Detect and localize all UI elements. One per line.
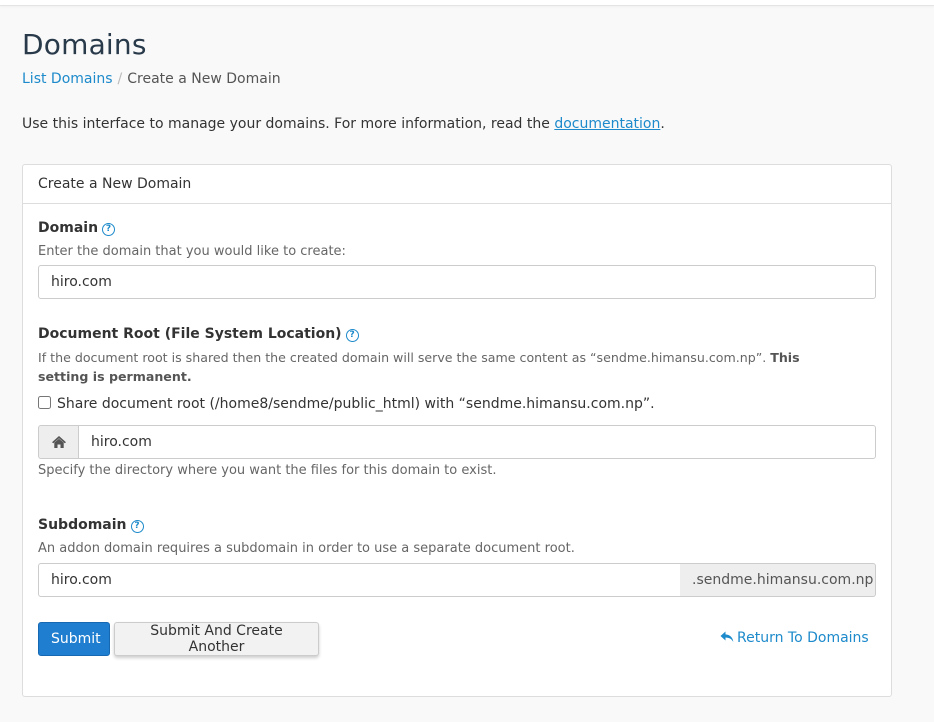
submit-button[interactable]: Submit: [38, 622, 110, 656]
breadcrumb-list-domains-link[interactable]: List Domains: [22, 71, 113, 87]
share-docroot-row[interactable]: Share document root (/home8/sendme/publi…: [38, 396, 655, 412]
subdomain-label-text: Subdomain: [38, 517, 127, 533]
top-bar: [0, 0, 934, 6]
intro-text-body: Use this interface to manage your domain…: [22, 116, 555, 132]
breadcrumb-separator: /: [117, 71, 123, 87]
page-title: Domains: [22, 28, 147, 61]
subdomain-hint: An addon domain requires a subdomain in …: [38, 541, 575, 556]
domain-hint: Enter the domain that you would like to …: [38, 244, 346, 259]
panel-heading: Create a New Domain: [23, 165, 891, 204]
share-docroot-checkbox[interactable]: [38, 396, 51, 409]
docroot-hint: If the document root is shared then the …: [38, 348, 838, 386]
intro-text: Use this interface to manage your domain…: [22, 116, 665, 132]
home-icon: [52, 436, 66, 448]
breadcrumb: List Domains / Create a New Domain: [22, 71, 281, 87]
domain-input[interactable]: [38, 265, 876, 299]
return-arrow-icon: [720, 631, 734, 642]
docroot-after-hint: Specify the directory where you want the…: [38, 463, 497, 478]
docroot-hint-text: If the document root is shared then the …: [38, 350, 771, 365]
return-to-domains-label: Return To Domains: [737, 630, 869, 646]
return-to-domains-link[interactable]: Return To Domains: [720, 630, 869, 646]
documentation-link[interactable]: documentation: [554, 116, 660, 132]
docroot-help-icon[interactable]: ?: [345, 329, 359, 342]
submit-and-create-another-button[interactable]: Submit And Create Another: [114, 622, 319, 656]
domain-label: Domain?: [38, 220, 116, 236]
docroot-input[interactable]: [78, 425, 876, 459]
subdomain-label: Subdomain?: [38, 517, 144, 533]
docroot-addon: [38, 425, 79, 459]
docroot-label: Document Root (File System Location)?: [38, 326, 359, 342]
subdomain-suffix: .sendme.himansu.com.np: [680, 563, 876, 597]
docroot-label-text: Document Root (File System Location): [38, 326, 342, 342]
share-docroot-label: Share document root (/home8/sendme/publi…: [57, 396, 655, 412]
intro-text-end: .: [660, 116, 665, 132]
create-domain-panel: Create a New Domain Domain? Enter the do…: [22, 164, 892, 697]
breadcrumb-current: Create a New Domain: [127, 71, 281, 87]
subdomain-input[interactable]: [38, 563, 681, 597]
domain-help-icon[interactable]: ?: [102, 223, 116, 236]
subdomain-help-icon[interactable]: ?: [130, 520, 144, 533]
domain-label-text: Domain: [38, 220, 99, 236]
